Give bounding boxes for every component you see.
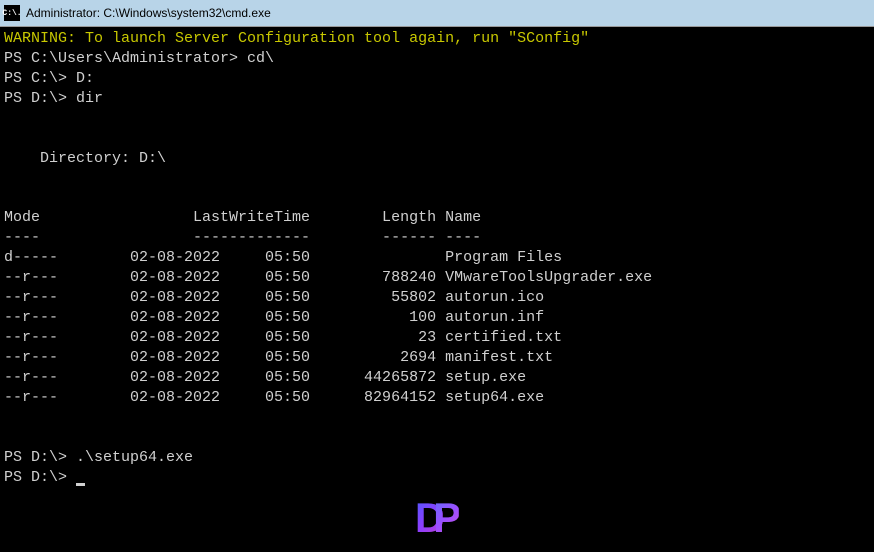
watermark-logo: D P (415, 494, 459, 542)
window-title: Administrator: C:\Windows\system32\cmd.e… (26, 6, 271, 20)
window-title-bar[interactable]: C:\. Administrator: C:\Windows\system32\… (0, 0, 874, 27)
cmd-icon: C:\. (4, 5, 20, 21)
logo-letter-p: P (433, 494, 459, 542)
terminal-output[interactable]: WARNING: To launch Server Configuration … (0, 27, 874, 490)
